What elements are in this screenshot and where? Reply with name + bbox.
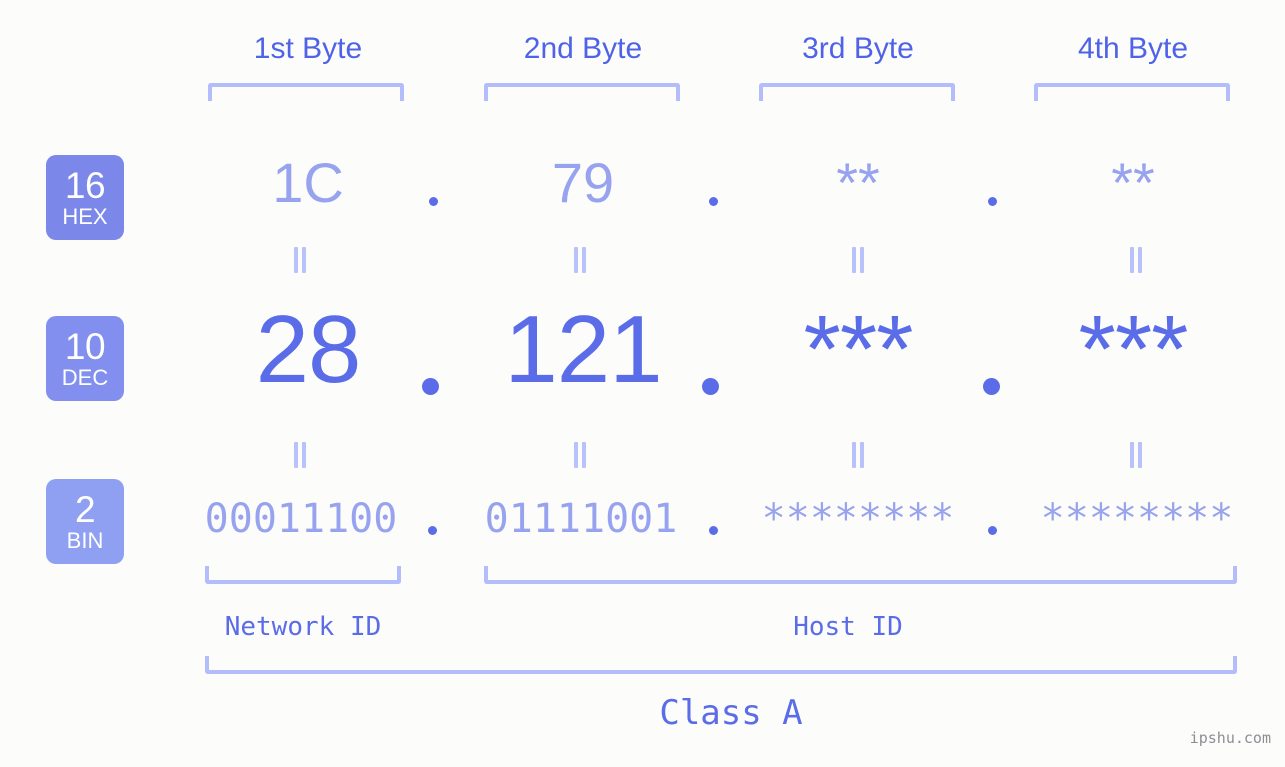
equals-icon-dec-bin-1 <box>292 442 308 468</box>
dec-byte-2: 121 <box>504 296 662 403</box>
equals-icon-hex-dec-3 <box>850 247 866 273</box>
hex-byte-4: ** <box>1111 151 1155 214</box>
ip-address-breakdown-diagram: 1st Byte 2nd Byte 3rd Byte 4th Byte 16 H… <box>0 0 1285 767</box>
equals-icon-dec-bin-2 <box>572 442 588 468</box>
byte-bracket-1 <box>208 83 404 101</box>
base-badge-dec: 10 DEC <box>46 316 124 401</box>
class-bracket <box>205 656 1237 674</box>
dec-byte-1: 28 <box>255 296 362 403</box>
byte-header-2: 2nd Byte <box>523 32 643 65</box>
base-badge-hex: 16 HEX <box>46 155 124 240</box>
network-id-label: Network ID <box>224 612 382 642</box>
bin-separator-dot-2 <box>709 526 718 535</box>
bin-byte-1: 00011100 <box>204 496 398 542</box>
byte-header-1: 1st Byte <box>253 32 363 65</box>
byte-bracket-3 <box>759 83 955 101</box>
base-badge-hex-label: HEX <box>62 204 108 229</box>
equals-icon-dec-bin-3 <box>850 442 866 468</box>
base-badge-dec-label: DEC <box>61 365 109 390</box>
byte-bracket-2 <box>484 83 680 101</box>
hex-separator-dot-2 <box>709 197 718 206</box>
base-badge-hex-number: 16 <box>64 165 106 206</box>
dec-separator-dot-1 <box>422 378 439 395</box>
equals-icon-hex-dec-1 <box>292 247 308 273</box>
hex-byte-3: ** <box>836 151 880 214</box>
dec-separator-dot-3 <box>983 378 1000 395</box>
network-id-bracket <box>205 566 401 584</box>
equals-icon-hex-dec-2 <box>572 247 588 273</box>
dec-byte-3: *** <box>803 296 913 403</box>
bin-byte-3: ******** <box>761 496 955 542</box>
base-badge-bin: 2 BIN <box>46 479 124 564</box>
host-id-bracket <box>484 566 1237 584</box>
byte-header-4: 4th Byte <box>1077 32 1189 65</box>
equals-icon-dec-bin-4 <box>1128 442 1144 468</box>
dec-separator-dot-2 <box>702 378 719 395</box>
base-badge-bin-label: BIN <box>66 528 104 553</box>
hex-separator-dot-3 <box>988 197 997 206</box>
hex-separator-dot-1 <box>429 197 438 206</box>
class-label: Class A <box>659 693 803 733</box>
base-badge-dec-number: 10 <box>64 326 106 367</box>
bin-separator-dot-3 <box>988 526 997 535</box>
bin-byte-4: ******** <box>1040 496 1234 542</box>
hex-byte-2: 79 <box>551 151 615 214</box>
bin-byte-2: 01111001 <box>484 496 678 542</box>
dec-byte-4: *** <box>1078 296 1188 403</box>
equals-icon-hex-dec-4 <box>1128 247 1144 273</box>
hex-byte-1: 1C <box>272 151 344 214</box>
bin-separator-dot-1 <box>428 526 437 535</box>
byte-header-3: 3rd Byte <box>802 32 914 65</box>
base-badge-bin-number: 2 <box>74 489 96 530</box>
host-id-label: Host ID <box>793 612 903 642</box>
byte-bracket-4 <box>1034 83 1230 101</box>
watermark: ipshu.com <box>1189 729 1271 747</box>
